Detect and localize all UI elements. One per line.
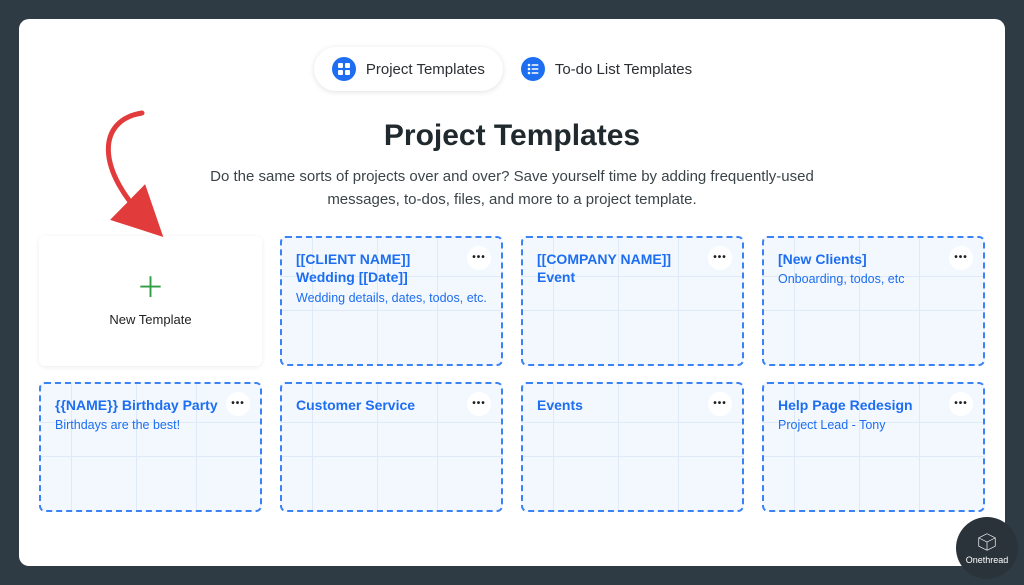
page-title: Project Templates [39,119,985,153]
card-menu-button[interactable] [226,392,250,416]
template-title: [[COMPANY NAME]] Event [537,250,728,288]
brand-label: Onethread [966,555,1009,565]
new-template-label: New Template [109,312,191,327]
template-subtitle: Onboarding, todos, etc [778,272,969,286]
tab-label: Project Templates [366,61,485,78]
template-title: [New Clients] [778,250,969,269]
template-card[interactable]: {{NAME}} Birthday Party Birthdays are th… [39,382,262,512]
template-card[interactable]: Customer Service [280,382,503,512]
tab-project-templates[interactable]: Project Templates [314,47,503,91]
card-menu-button[interactable] [708,392,732,416]
template-type-tabs: Project Templates To-do List Templates [39,47,985,91]
new-template-card[interactable]: ＋ New Template [39,236,262,366]
page-subtitle: Do the same sorts of projects over and o… [202,165,822,212]
plus-icon: ＋ [136,274,164,302]
card-menu-button[interactable] [708,246,732,270]
template-title: Customer Service [296,396,487,415]
card-menu-button[interactable] [467,392,491,416]
template-title: Help Page Redesign [778,396,969,415]
template-card[interactable]: [[COMPANY NAME]] Event [521,236,744,366]
template-title: {{NAME}} Birthday Party [55,396,246,415]
template-title: [[CLIENT NAME]] Wedding [[Date]] [296,250,487,288]
brand-badge: Onethread [956,517,1018,579]
list-icon [521,57,545,81]
template-card[interactable]: [New Clients] Onboarding, todos, etc [762,236,985,366]
templates-grid: ＋ New Template [[CLIENT NAME]] Wedding [… [39,236,985,512]
template-subtitle: Wedding details, dates, todos, etc. [296,291,487,305]
template-subtitle: Project Lead - Tony [778,418,969,432]
template-card[interactable]: Events [521,382,744,512]
tab-label: To-do List Templates [555,61,692,78]
template-title: Events [537,396,728,415]
template-card[interactable]: [[CLIENT NAME]] Wedding [[Date]] Wedding… [280,236,503,366]
main-panel: Project Templates To-do List Templates P… [19,19,1005,566]
grid-icon [332,57,356,81]
tab-todo-templates[interactable]: To-do List Templates [503,47,710,91]
card-menu-button[interactable] [949,392,973,416]
card-menu-button[interactable] [467,246,491,270]
template-subtitle: Birthdays are the best! [55,418,246,432]
card-menu-button[interactable] [949,246,973,270]
brand-logo-icon [976,531,998,553]
template-card[interactable]: Help Page Redesign Project Lead - Tony [762,382,985,512]
